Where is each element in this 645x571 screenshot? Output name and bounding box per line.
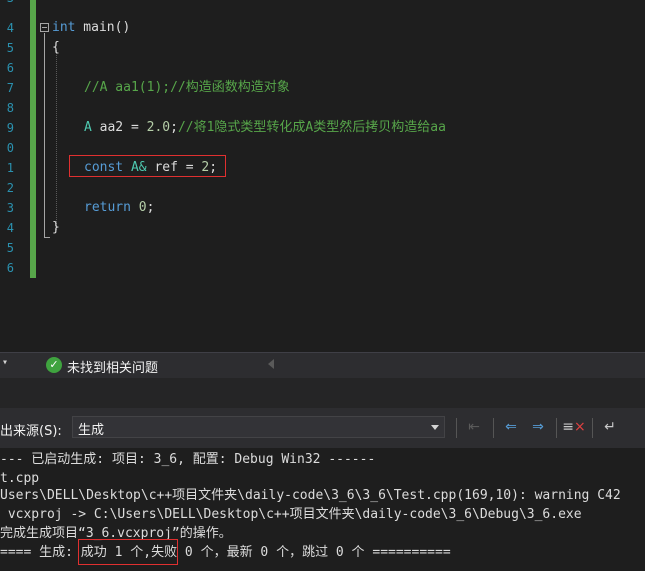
- code-line-return: return 0;: [84, 198, 154, 218]
- check-circle-icon: ✓: [46, 357, 62, 373]
- semicolon: ;: [170, 120, 178, 135]
- line-number-gutter: 3 4 5 6 7 8 9 0 1 2 3 4 5 6: [0, 0, 30, 352]
- toolbar-separator: [456, 418, 457, 438]
- code-line-brace-close: }: [52, 220, 60, 235]
- type-name: A: [84, 120, 92, 135]
- output-line: vcxproj -> C:\Users\DELL\Desktop\c++项目文件…: [0, 507, 582, 522]
- chevron-down-icon: [431, 425, 439, 430]
- toolbar-separator: [556, 418, 557, 438]
- clear-all-icon[interactable]: ≡×: [562, 416, 586, 438]
- toolbar-separator: [493, 418, 494, 438]
- line-number: 2: [6, 181, 14, 195]
- line-number: 5: [6, 41, 14, 55]
- toolbar-separator: [592, 418, 593, 438]
- keyword: int: [52, 20, 76, 35]
- issues-status-text[interactable]: 未找到相关问题: [67, 357, 158, 376]
- collapse-toggle-icon[interactable]: [40, 23, 49, 32]
- build-summary-rest: 失败 0 个，最新 0 个，跳过 0 个 ==========: [151, 545, 451, 560]
- line-number: 1: [6, 161, 14, 175]
- scroll-left-icon[interactable]: [268, 359, 274, 369]
- line-number: 4: [6, 221, 14, 235]
- number-literal: 2.0: [146, 120, 171, 135]
- output-window[interactable]: --- 已启动生成: 项目: 3_6, 配置: Debug Win32 ----…: [0, 448, 645, 571]
- build-summary-line: ==== 生成: 成功 1 个,失败 0 个，最新 0 个，跳过 0 个 ===…: [0, 543, 451, 562]
- build-summary-prefix: ==== 生成:: [0, 545, 73, 560]
- editor-status-bar: ▾ ✓ 未找到相关问题: [0, 352, 645, 378]
- code-line-brace-open: {: [52, 40, 60, 55]
- code-line-main: int main(): [52, 18, 130, 38]
- output-line: Users\DELL\Desktop\c++项目文件夹\daily-code\3…: [0, 488, 621, 503]
- line-number: 5: [6, 241, 14, 255]
- output-source-select[interactable]: 生成: [72, 416, 445, 438]
- comment: //A aa1(1);//构造函数构造对象: [84, 80, 290, 95]
- code-line-comment: //A aa1(1);//构造函数构造对象: [84, 78, 290, 98]
- previous-message-icon[interactable]: ⇐: [499, 416, 523, 438]
- operator: =: [123, 120, 147, 135]
- line-number: 4: [6, 21, 14, 35]
- change-tracking-bar: [30, 0, 36, 278]
- indent-guide: [56, 50, 57, 230]
- code-editor[interactable]: 3 4 5 6 7 8 9 0 1 2 3 4 5 6 int main() {…: [0, 0, 645, 352]
- next-message-icon[interactable]: ⇒: [526, 416, 550, 438]
- keyword: return: [84, 200, 131, 215]
- dropdown-arrow-icon[interactable]: ▾: [2, 357, 8, 368]
- line-number: 8: [6, 101, 14, 115]
- output-source-value: 生成: [78, 423, 105, 438]
- go-to-line-icon[interactable]: ⇤: [462, 416, 486, 438]
- line-number: 0: [6, 141, 14, 155]
- code-line-aa2: A aa2 = 2.0;//将1隐式类型转化成A类型然后拷贝构造给aa: [84, 118, 446, 138]
- variable-name: aa2: [91, 120, 124, 135]
- output-source-label: 出来源(S):: [0, 424, 62, 439]
- word-wrap-icon[interactable]: ↵: [598, 416, 622, 438]
- line-number: 3: [6, 201, 14, 215]
- fold-guide-end: [44, 237, 50, 238]
- output-line: --- 已启动生成: 项目: 3_6, 配置: Debug Win32 ----…: [0, 452, 376, 467]
- function-name: main(): [75, 20, 131, 35]
- comment: //将1隐式类型转化成A类型然后拷贝构造给aa: [177, 120, 446, 135]
- fold-guide: [44, 33, 45, 238]
- line-number: 7: [6, 81, 14, 95]
- line-number: 3: [0, 0, 14, 8]
- line-number: 6: [6, 261, 14, 275]
- semicolon: ;: [146, 200, 155, 215]
- line-number: 9: [6, 121, 14, 135]
- panel-splitter[interactable]: [0, 378, 645, 408]
- number-literal: 0: [130, 200, 147, 215]
- line-number: 6: [6, 61, 14, 75]
- output-toolbar: 出来源(S): 生成 ⇤ ⇐ ⇒ ≡× ↵: [0, 408, 645, 448]
- highlight-box-success: [78, 539, 178, 565]
- highlight-box-code: [69, 155, 226, 177]
